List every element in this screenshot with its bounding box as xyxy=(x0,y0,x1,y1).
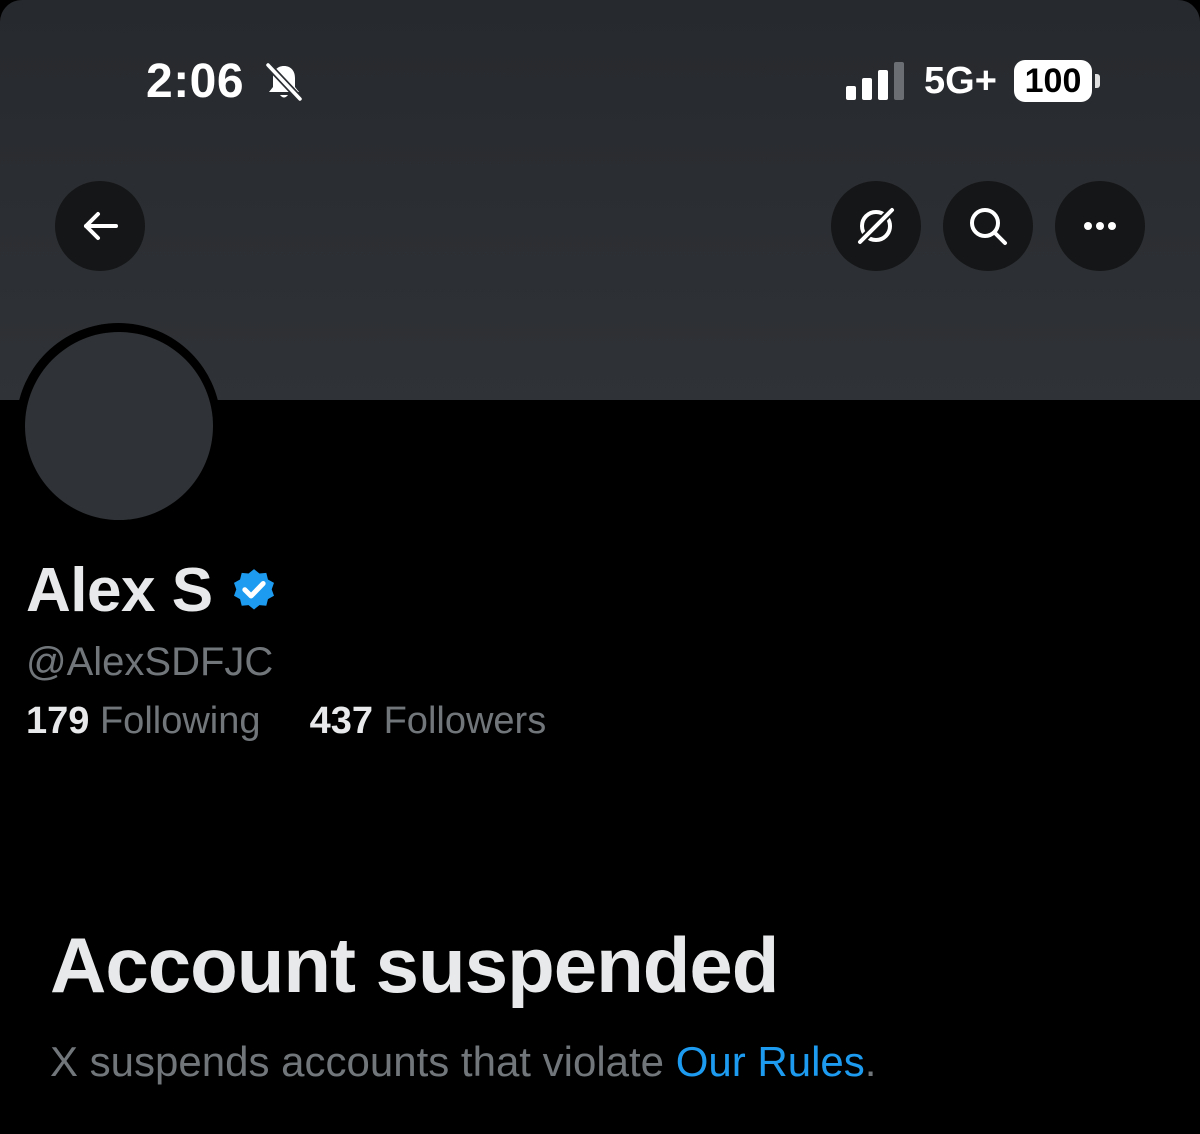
profile-name-row: Alex S xyxy=(26,555,279,626)
suspension-message-text: X suspends accounts that violate xyxy=(50,1038,676,1085)
following-label: Following xyxy=(99,700,261,742)
status-bar: 2:06 5G+ 100 xyxy=(0,0,1200,150)
status-time: 2:06 xyxy=(146,55,245,108)
followers-count: 437 xyxy=(309,700,374,742)
followers-label: Followers xyxy=(383,700,547,742)
suspension-message: X suspends accounts that violate Our Rul… xyxy=(50,1038,876,1086)
battery-icon: 100 xyxy=(1014,60,1092,102)
search-button[interactable] xyxy=(943,181,1033,271)
avatar-placeholder xyxy=(24,331,213,520)
verified-badge-icon[interactable] xyxy=(229,566,279,616)
profile-stats: 179 Following 437 Followers xyxy=(26,700,546,743)
followers-link[interactable]: 437 Followers xyxy=(310,700,547,742)
our-rules-link[interactable]: Our Rules xyxy=(676,1038,865,1085)
signal-strength-icon xyxy=(846,62,904,100)
suspension-message-end: . xyxy=(864,1038,877,1085)
profile-name: Alex S xyxy=(26,556,213,625)
following-link[interactable]: 179 Following xyxy=(26,700,271,742)
network-type: 5G+ xyxy=(924,60,997,102)
search-icon xyxy=(970,208,1007,245)
more-button[interactable] xyxy=(1055,181,1145,271)
grok-slash-icon xyxy=(857,207,895,245)
suspension-title: Account suspended xyxy=(50,921,779,1009)
battery-tip xyxy=(1095,74,1100,88)
grok-button[interactable] xyxy=(831,181,921,271)
battery-level: 100 xyxy=(1024,61,1082,100)
more-horizontal-icon xyxy=(1084,222,1116,230)
profile-handle: @AlexSDFJC xyxy=(26,640,274,684)
silent-bell-icon xyxy=(265,62,303,102)
back-button[interactable] xyxy=(55,181,145,271)
following-count: 179 xyxy=(26,700,90,742)
avatar[interactable] xyxy=(16,323,221,528)
arrow-left-icon xyxy=(84,212,118,240)
